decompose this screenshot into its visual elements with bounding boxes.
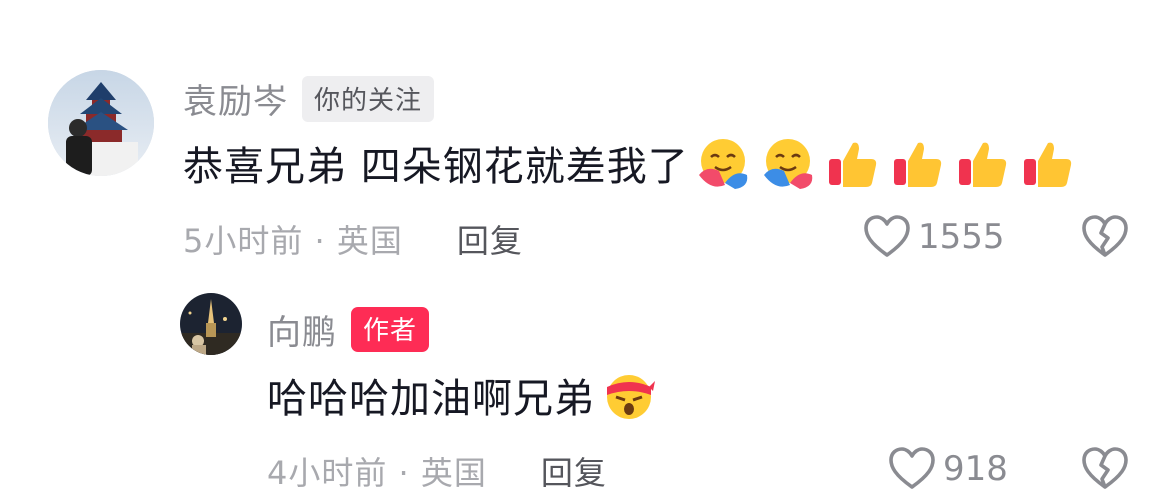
thumbs-up-emoji [955, 135, 1011, 191]
heart-icon [862, 212, 912, 262]
emoji-row [601, 367, 666, 423]
determined-headband-emoji [601, 367, 657, 423]
comment-meta: 5小时前 · 英国 回复 [183, 216, 523, 262]
emoji-row [695, 135, 1085, 191]
comment-text: 哈哈哈加油啊兄弟 [267, 366, 666, 424]
comment-header: 袁励岑 你的关注 [183, 74, 435, 123]
hug-emoji [695, 135, 751, 191]
username[interactable]: 袁励岑 [183, 74, 288, 123]
comment-header: 向鹏 作者 [267, 305, 430, 354]
like-button[interactable]: 918 [887, 444, 1008, 494]
reply-button[interactable]: 回复 [457, 216, 523, 262]
avatar[interactable] [180, 293, 242, 355]
like-count: 1555 [918, 217, 1005, 257]
comment-body: 恭喜兄弟 四朵钢花就差我了 [183, 144, 689, 190]
hug-emoji [760, 135, 816, 191]
reply-button[interactable]: 回复 [541, 448, 607, 494]
thumbs-up-emoji [1020, 135, 1076, 191]
avatar[interactable] [48, 70, 154, 176]
comment-text: 恭喜兄弟 四朵钢花就差我了 [183, 134, 1085, 192]
heart-icon [887, 444, 937, 494]
timestamp-location: 5小时前 · 英国 [183, 222, 403, 260]
broken-heart-icon [1080, 444, 1130, 494]
timestamp-location: 4小时前 · 英国 [267, 454, 487, 492]
thumbs-up-emoji [825, 135, 881, 191]
author-badge: 作者 [351, 307, 430, 352]
comment-meta: 4小时前 · 英国 回复 [267, 448, 607, 494]
like-button[interactable]: 1555 [862, 212, 1005, 262]
like-count: 918 [943, 449, 1008, 489]
comment-body: 哈哈哈加油啊兄弟 [267, 376, 595, 422]
following-badge: 你的关注 [302, 75, 435, 122]
thumbs-up-emoji [890, 135, 946, 191]
broken-heart-icon [1080, 212, 1130, 262]
username[interactable]: 向鹏 [267, 305, 337, 354]
dislike-button[interactable] [1080, 444, 1130, 494]
dislike-button[interactable] [1080, 212, 1130, 262]
